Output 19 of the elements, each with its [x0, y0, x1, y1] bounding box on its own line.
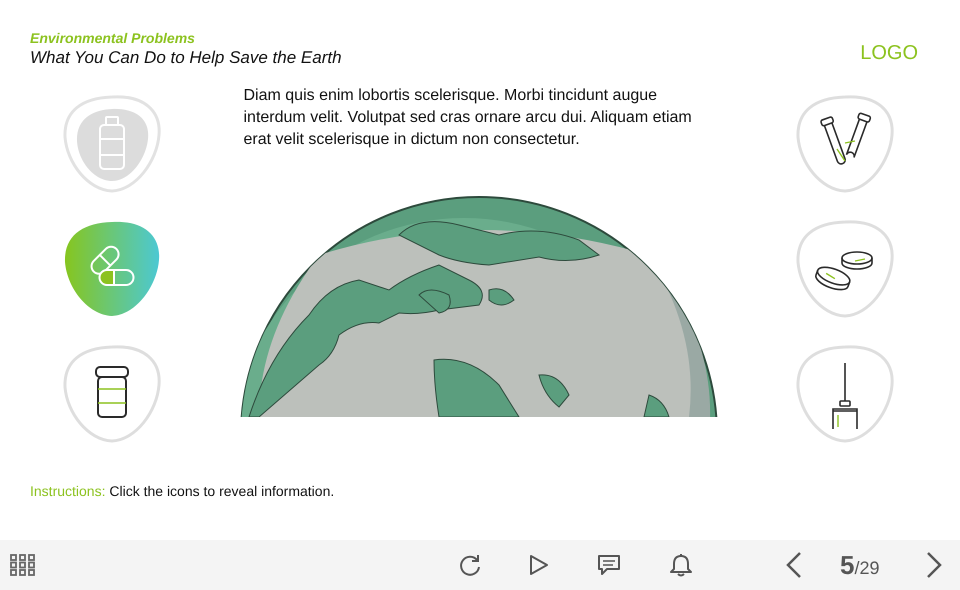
previous-icon[interactable] [786, 551, 802, 579]
category-label: Environmental Problems [30, 30, 196, 47]
jar-icon [95, 366, 129, 418]
comment-icon[interactable] [597, 553, 621, 577]
logo: LOGO [860, 41, 918, 66]
bell-icon[interactable] [669, 553, 693, 577]
test-tubes-icon [820, 112, 872, 165]
replay-icon[interactable] [459, 553, 481, 577]
bottle-icon [99, 116, 125, 170]
page-number: 5 [840, 548, 854, 582]
menu-grid-icon[interactable] [10, 554, 36, 576]
play-icon[interactable] [529, 553, 549, 577]
slide-title: What You Can Do to Help Save the Earth [30, 47, 342, 69]
next-icon[interactable] [926, 551, 942, 579]
petri-dishes-icon [815, 251, 873, 290]
page-total: /29 [854, 556, 880, 580]
syringe-icon [832, 363, 858, 430]
instructions-text: Instructions: Click the icons to reveal information. [30, 482, 336, 501]
body-text: Diam quis enim lobortis scelerisque. Morbi tincidunt augue interdum velit. Volutpat sed cras ornare arcu dui. Aliquam etiam erat velit scelerisque in dictum non consectetur. [244, 86, 693, 150]
